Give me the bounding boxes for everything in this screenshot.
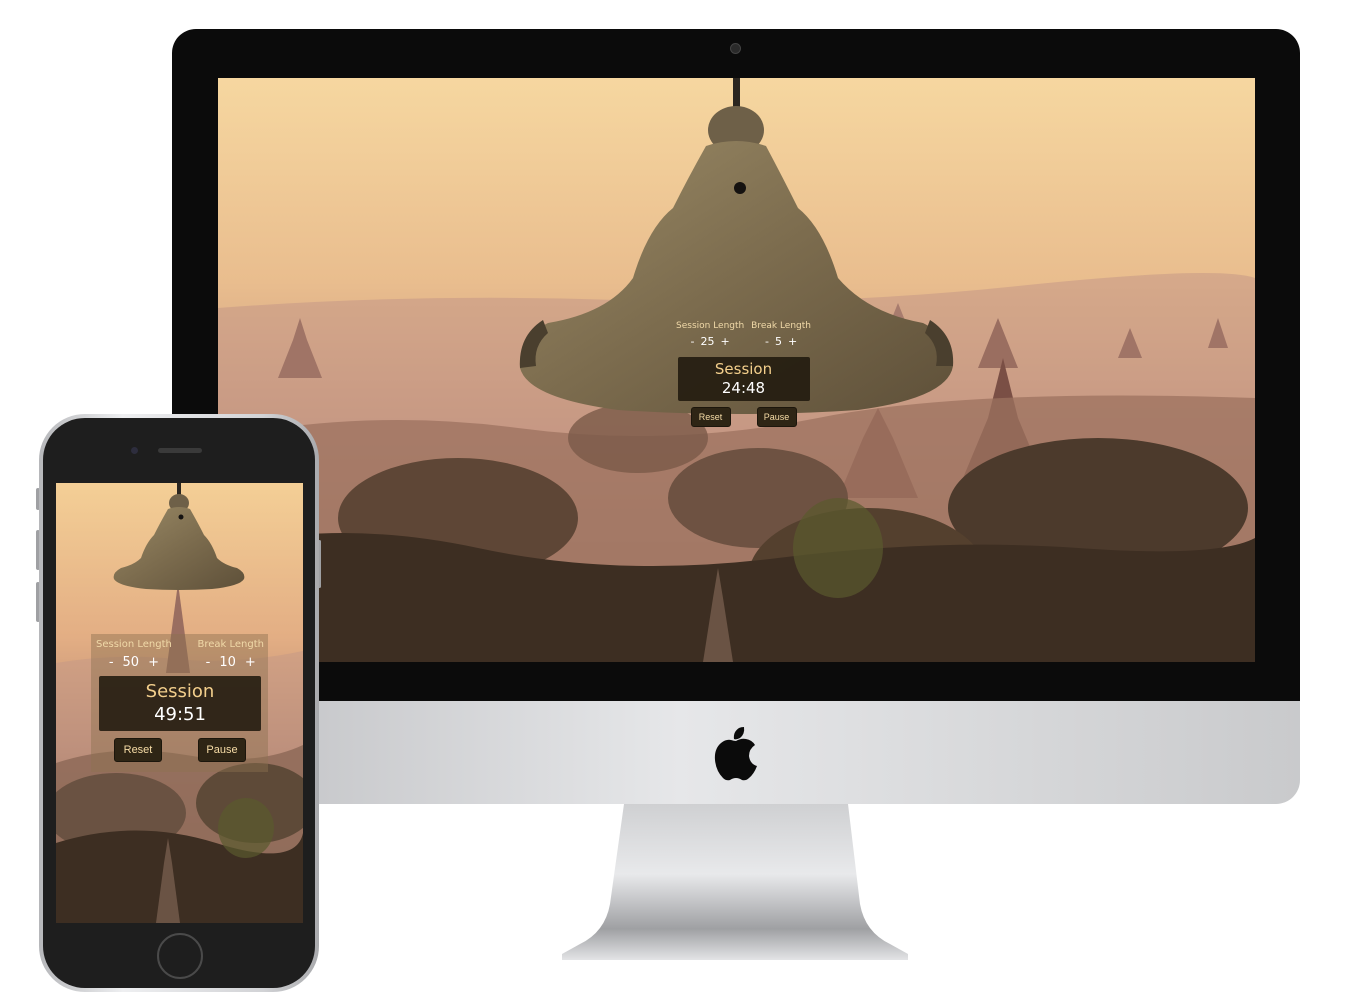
timer-countdown: 49:51 (154, 703, 206, 725)
session-length-label: Session Length (676, 321, 745, 331)
session-decrement-button[interactable]: - (109, 655, 114, 670)
break-increment-button[interactable]: + (245, 655, 256, 670)
phone-home-button[interactable] (157, 933, 203, 979)
session-length-control: Session Length - 50 + (96, 639, 172, 670)
reset-button[interactable]: Reset (690, 407, 731, 427)
timer-controls: Reset Pause (114, 738, 246, 762)
timer-display: Session 49:51 (99, 676, 261, 731)
session-increment-button[interactable]: + (148, 655, 159, 670)
apple-logo-icon (714, 727, 757, 781)
reset-button[interactable]: Reset (114, 738, 162, 762)
timer-mode-label: Session (145, 680, 215, 702)
session-length-label: Session Length (96, 639, 172, 650)
device-mockup-stage: Session Length - 25 + Break Length - 5 + (0, 0, 1350, 992)
break-length-label: Break Length (197, 639, 265, 650)
timer-controls: Reset Pause (690, 407, 797, 427)
break-increment-button[interactable]: + (788, 335, 797, 348)
length-settings-row: Session Length - 50 + Break Length - 10 … (96, 639, 264, 670)
break-length-label: Break Length (751, 321, 811, 331)
session-increment-button[interactable]: + (721, 335, 730, 348)
phone-front-camera (131, 447, 138, 454)
break-length-value: 10 (219, 655, 236, 670)
timer-countdown: 24:48 (721, 379, 766, 397)
length-settings-row: Session Length - 25 + Break Length - 5 + (676, 321, 811, 348)
session-length-value: 50 (122, 655, 140, 670)
pause-button[interactable]: Pause (198, 738, 246, 762)
mobile-screen: Session Length - 50 + Break Length - 10 … (56, 483, 303, 923)
break-length-value: 5 (774, 335, 782, 348)
session-decrement-button[interactable]: - (691, 335, 695, 348)
session-length-value: 25 (700, 335, 715, 348)
imac-camera (730, 43, 741, 54)
break-decrement-button[interactable]: - (206, 655, 211, 670)
timer-mode-label: Session (714, 360, 773, 378)
mobile-pomodoro-timer: Session Length - 50 + Break Length - 10 … (96, 639, 264, 762)
break-decrement-button[interactable]: - (765, 335, 769, 348)
session-length-control: Session Length - 25 + (676, 321, 744, 348)
break-length-control: Break Length - 10 + (198, 639, 265, 670)
imac-stand (562, 804, 908, 960)
phone-speaker (158, 448, 202, 453)
desktop-pomodoro-timer: Session Length - 25 + Break Length - 5 + (676, 321, 811, 427)
break-length-control: Break Length - 5 + (751, 321, 811, 348)
timer-display: Session 24:48 (677, 357, 810, 401)
desktop-screen: Session Length - 25 + Break Length - 5 + (218, 78, 1255, 662)
pause-button[interactable]: Pause (756, 407, 797, 427)
